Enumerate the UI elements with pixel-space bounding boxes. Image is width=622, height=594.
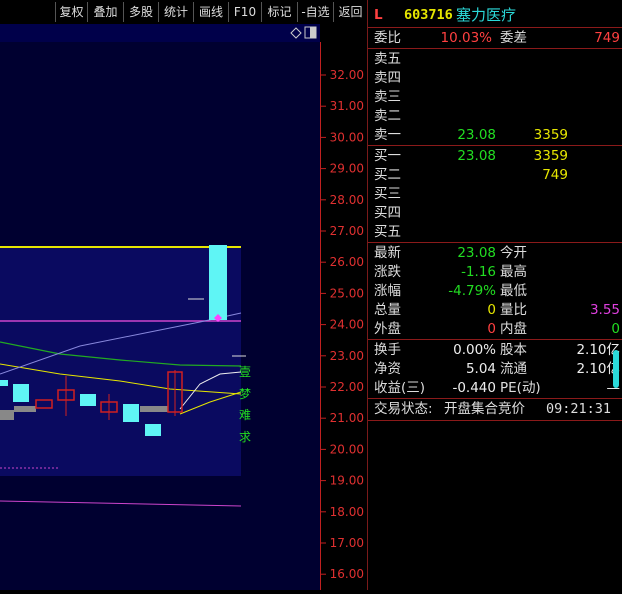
mark-button[interactable]: 标记 [261,2,297,22]
vtext-3: 难 [239,408,251,422]
draw-line-button[interactable]: 画线 [193,2,228,22]
y-axis-label: 24.00 [330,318,364,332]
y-axis-label: 29.00 [330,162,364,176]
ask-row: 卖四 [374,70,401,86]
weicha-value: 749 [594,30,620,46]
toolbar: 复权 叠加 多股 统计 画线 F10 标记 -自选 返回 [0,0,367,24]
candle [0,380,8,386]
y-axis-label: 27.00 [330,224,364,238]
current-price-bar [209,245,227,320]
ask-row: 卖一 23.08 3359 [374,127,568,143]
divider [368,339,622,340]
ask1-vol: 3359 [533,127,568,143]
y-axis-label: 19.00 [330,474,364,488]
y-axis-label: 25.00 [330,286,364,300]
candle [13,384,29,402]
y-axis-label: 20.00 [330,442,364,456]
y-axis-label: 22.00 [330,380,364,394]
bid-row: 买五 [374,224,401,240]
y-axis-label: 21.00 [330,411,364,425]
ask1-price: 23.08 [457,127,496,143]
divider [368,242,622,243]
fin-row-turnover: 换手 0.00% 股本 2.10亿 [374,342,620,358]
bid1-price: 23.08 [457,148,496,164]
f10-button[interactable]: F10 [228,2,261,22]
stat-row-volume: 总量 0 量比 3.55 [374,302,620,318]
candle [0,410,14,420]
multi-stock-button[interactable]: 多股 [123,2,158,22]
y-axis-label: 16.00 [330,567,364,581]
candle [80,394,96,406]
market-tag: L [374,7,383,23]
vtext-1: 壹 [239,365,251,379]
quote-header: L 603716 塞力医疗 [374,4,622,26]
y-axis-label: 23.00 [330,349,364,363]
y-axis-label: 17.00 [330,536,364,550]
vtext-2: 梦 [239,387,251,401]
divider [368,398,622,399]
ask-row: 卖二 [374,108,401,124]
back-button[interactable]: 返回 [333,2,367,22]
stat-row-latest: 最新 23.08 今开 [374,245,527,261]
bid2-vol: 749 [542,167,568,183]
candle [14,406,36,412]
y-axis-label: 31.00 [330,99,364,113]
kline-chart[interactable]: 32.00 31.00 30.00 29.00 28.00 27.00 26.00 25.00… [0,24,367,590]
candle [140,406,168,412]
bid-row: 买三 [374,186,401,202]
weibi-row: 委比 10.03% 委差 749 [374,30,620,46]
chart-top-strip [0,24,320,42]
trade-status-row: 交易状态: 开盘集合竞价 09:21:31 [374,401,612,417]
quote-panel: L 603716 塞力医疗 委比 10.03% 委差 749 卖五 卖四 卖三 … [367,0,622,590]
fin-row-eps: 收益(三) -0.440 PE(动) — [374,380,620,396]
fin-row-netasset: 净资 5.04 流通 2.10亿 [374,361,620,377]
y-axis-label: 28.00 [330,193,364,207]
statistics-button[interactable]: 统计 [158,2,193,22]
y-axis-label: 32.00 [330,68,364,82]
divider [368,48,622,49]
divider [368,420,622,421]
bid-row: 买二 749 [374,167,568,183]
bid-row: 买四 [374,205,401,221]
ask-row: 卖五 [374,51,401,67]
range-box [0,248,241,476]
fuquan-button[interactable]: 复权 [55,2,87,22]
weibi-value: 10.03% [440,30,492,46]
y-axis-label: 26.00 [330,255,364,269]
stat-row-change: 涨跌 -1.16 最高 [374,264,527,280]
scrollbar-thumb[interactable] [613,350,619,388]
stat-row-outer: 外盘 0 内盘 0 [374,321,620,337]
divider [368,145,622,146]
y-axis-label: 18.00 [330,505,364,519]
stock-code: 603716 [404,7,453,23]
kline-chart-svg: 32.00 31.00 30.00 29.00 28.00 27.00 26.00 25.00… [0,24,364,590]
candle [145,424,161,436]
stat-row-pct: 涨幅 -4.79% 最低 [374,283,527,299]
divider [368,27,622,28]
bid-row: 买一 23.08 3359 [374,148,568,164]
remove-watchlist-button[interactable]: -自选 [297,2,333,22]
candle [123,404,139,422]
bid1-vol: 3359 [533,148,568,164]
ask-row: 卖三 [374,89,401,105]
stock-name: 塞力医疗 [456,6,517,24]
vtext-4: 求 [239,430,251,444]
overlay-button[interactable]: 叠加 [87,2,123,22]
y-axis-label: 30.00 [330,130,364,144]
